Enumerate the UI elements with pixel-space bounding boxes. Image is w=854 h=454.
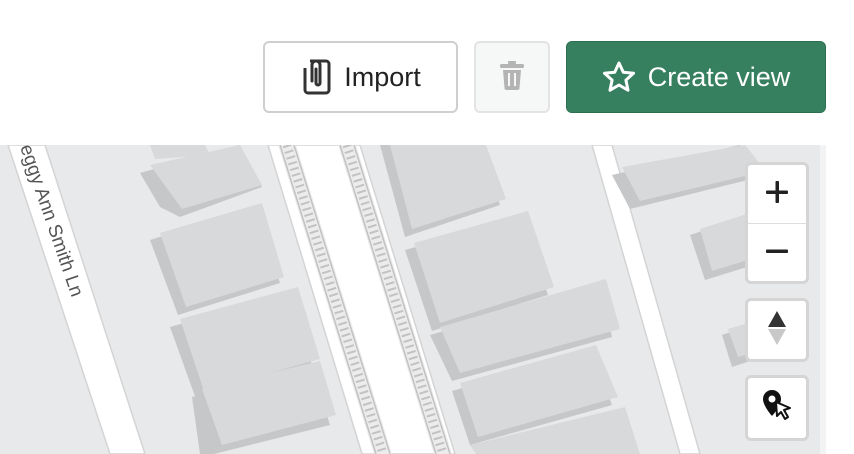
trash-icon	[499, 60, 525, 95]
create-view-button[interactable]: Create view	[566, 41, 826, 113]
minus-icon	[765, 239, 789, 268]
pin-cursor-icon	[760, 388, 794, 427]
app-page: Import Create view eggy Ann Smith Ln	[0, 0, 854, 454]
star-outline-icon	[602, 61, 636, 93]
create-view-label: Create view	[647, 61, 791, 92]
zoom-in-button[interactable]	[748, 165, 806, 223]
compass-arrows-icon	[766, 310, 788, 351]
import-button[interactable]: Import	[263, 41, 458, 113]
select-feature-button[interactable]	[748, 378, 806, 436]
delete-button[interactable]	[474, 41, 550, 113]
compass-control	[745, 298, 809, 362]
select-control	[745, 375, 809, 441]
map-canvas[interactable]: eggy Ann Smith Ln	[0, 145, 826, 454]
plus-icon	[765, 180, 789, 209]
import-label: Import	[344, 61, 421, 92]
toolbar: Import Create view	[0, 0, 854, 145]
reset-north-button[interactable]	[748, 301, 806, 359]
zoom-controls	[745, 162, 809, 284]
paperclip-document-icon	[300, 57, 334, 97]
zoom-out-button[interactable]	[748, 224, 806, 281]
